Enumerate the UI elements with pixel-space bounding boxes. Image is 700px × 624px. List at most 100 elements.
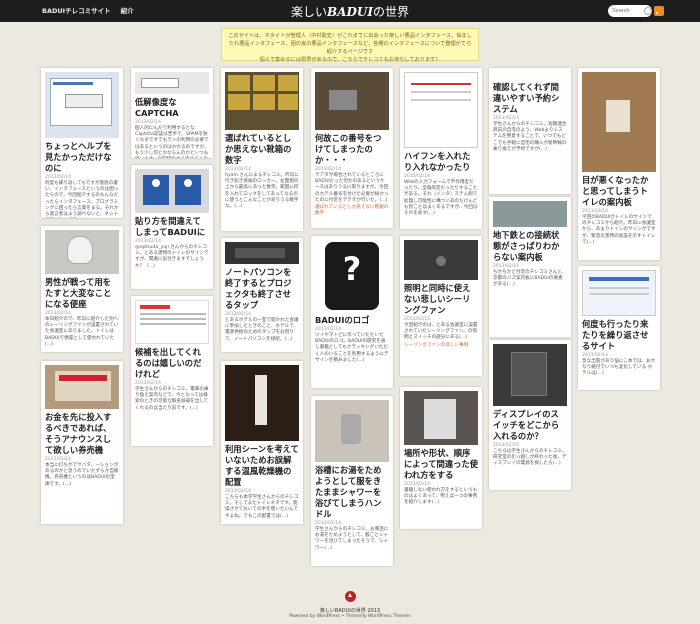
post-card[interactable]: 目が悪くなったかと思ってしまうトイレの案内板 2013/02/14 今回のBAD…	[578, 68, 660, 260]
post-excerpt: @nptsuda_yuji さんからのチレコミ。とある建物のトイレのサインですが…	[135, 245, 209, 269]
post-date: 2013/02/14	[135, 381, 161, 386]
post-card[interactable]: ? BADUIのロゴ 2013/02/14 ツイやマトピに作っていただいたBAD…	[311, 236, 393, 388]
post-title[interactable]: 目が悪くなったかと思ってしまうトイレの案内板	[582, 175, 656, 208]
post-card[interactable]: 何故この番号をつけてしまったのか・・・ 2013/02/14 テアタが場合されて…	[311, 68, 393, 228]
post-thumbnail[interactable]	[493, 344, 567, 406]
post-date: 2013/02/14	[404, 174, 430, 179]
post-thumbnail[interactable]	[582, 270, 656, 316]
site-notice: このサイトは、ネタイトが管理人（中村聡史）がこれまでに出会った楽しい悪品インタフ…	[221, 28, 479, 64]
post-thumbnail[interactable]	[404, 72, 478, 148]
post-thumbnail[interactable]	[135, 72, 209, 94]
related-link[interactable]: シーリングファンの悲しい事例	[404, 343, 478, 349]
post-excerpt: 書籍しない使われ方をするというものはよくあって、例えば一つの事例を紹介します(.…	[404, 488, 478, 506]
post-thumbnail[interactable]	[315, 72, 389, 130]
post-excerpt: 本当に打ちがでヤバタ、ーションがあるのかと思うのでいたずらか自販機。券売機という…	[45, 463, 119, 487]
post-card[interactable]: 男性が戦って用をたすと大変なことになる便座 2013/02/14 本日紹介ので、…	[41, 226, 123, 352]
post-title[interactable]: ハイフンを入れたり入れなかったり	[404, 151, 478, 173]
post-thumbnail[interactable]	[135, 300, 209, 344]
post-title[interactable]: ちょっとヘルプを見たかっただけなのに	[45, 141, 119, 174]
post-card[interactable]: 地下鉄との接続状態がさっぱりわからない案内板 2013/02/14 ちかちかど付…	[489, 197, 571, 337]
rss-icon[interactable]	[654, 6, 664, 16]
post-title[interactable]: お金を先に投入するべきであれば、そうアナウンスして欲しい券売機	[45, 412, 119, 456]
post-thumbnail[interactable]	[135, 169, 209, 213]
post-title[interactable]: 場所や形状、順序によって間違った使われ方をする	[404, 448, 478, 481]
site-title[interactable]: 楽しいBADUIの世界	[0, 3, 700, 20]
post-card[interactable]: 低解像度なCAPTCHA 2013/02/14 個人的にんだり利用するとなCap…	[131, 68, 213, 158]
post-excerpt: Webの入力フォームで不作用定だったり、全角限定だったりすることがある。それ（イ…	[404, 180, 478, 217]
post-thumbnail[interactable]	[225, 72, 299, 130]
post-title[interactable]: 男性が戦って用をたすと大変なことになる便座	[45, 277, 119, 310]
post-title[interactable]: 何度も行ったり来たりを繰り返させるサイト	[582, 319, 656, 352]
search-icon[interactable]	[644, 7, 652, 15]
post-date: 2013/02/14	[225, 167, 251, 172]
post-card[interactable]: 利用シーンを考えていないためお誤解する温風乾燥機の配置 2013/02/14 こ…	[221, 361, 303, 524]
top-bar: BADUIチレコミサイト 紹介 楽しいBADUIの世界	[0, 0, 700, 22]
notice-link[interactable]: 個人で集めるには限界があるので、こちらでチレコミもお待ちしております！	[228, 56, 472, 64]
post-date: 2013/02/14	[135, 120, 161, 125]
post-date: 2013/02/14	[582, 353, 608, 358]
post-thumbnail[interactable]	[225, 365, 299, 441]
post-thumbnail[interactable]	[404, 240, 478, 280]
post-date: 2013/02/14	[225, 312, 251, 317]
post-excerpt: 個人的にんだり利用するとなCaptcha認証は苦手で、SPAMを防ぐなぞですでも…	[135, 126, 209, 158]
post-card[interactable]: 選ばれているとしか思えない靴箱の数字 2013/02/14 hyam.さんによる…	[221, 68, 303, 231]
post-card[interactable]: ハイフンを入れたり入れなかったり 2013/02/14 Webの入力フォームで不…	[400, 68, 482, 229]
post-excerpt: とあるホテルの一室で開かれた会議に参加したときのこと、ホテルで、電源供給のための…	[225, 318, 299, 342]
post-title[interactable]: 候補を出してくれるのは嬉しいのだけれど	[135, 347, 209, 380]
post-excerpt: 学生さんからのチレコミ。電車の乗り換え案内などで、今となっては検索のときの可能な…	[135, 387, 209, 411]
post-card[interactable]: ディスプレイのスイッチをどこから入れるのか？ 2013/02/14 こちらは学生…	[489, 340, 571, 490]
post-date: 2013/02/14	[493, 116, 519, 121]
post-card[interactable]: 確認してくれず間違いやすい予約システム 2013/02/14 学生さんからのチレ…	[489, 68, 571, 194]
post-title[interactable]: 選ばれているとしか思えない靴箱の数字	[225, 133, 299, 166]
post-date: 2013/02/14	[45, 457, 71, 462]
post-date: 2013/02/14	[404, 317, 430, 322]
post-card[interactable]: 場所や形状、順序によって間違った使われ方をする 2013/02/14 書籍しない…	[400, 387, 482, 529]
post-date: 2013/02/14	[315, 327, 341, 332]
post-card[interactable]: 浴槽にお湯をためようとして服をきたままシャワーを浴びてしまうハンドル 2013/…	[311, 396, 393, 566]
post-title[interactable]: BADUIのロゴ	[315, 315, 389, 326]
post-title[interactable]: 貼り方を間違えてしまってBADUIに	[135, 216, 209, 238]
related-link[interactable]: 選ばれているとしか思えない靴箱の数字	[315, 205, 389, 217]
post-excerpt: こちらも本学学生さんからのチレコミ。そしてまたトイレネタです。乾燥させておいての…	[225, 495, 299, 519]
post-excerpt: 学生さんからのチレコミ。短期連合目前の自宅のよう、Webよりシステムを用意するこ…	[493, 122, 567, 152]
post-thumbnail[interactable]	[404, 391, 478, 445]
post-date: 2013/02/14	[582, 209, 608, 214]
post-card[interactable]: お金を先に投入するべきであれば、そうアナウンスして欲しい券売機 2013/02/…	[41, 361, 123, 524]
post-card[interactable]: ちょっとヘルプを見たかっただけなのに 2013/02/14 何度も繰り返してもで…	[41, 68, 123, 218]
post-title[interactable]: 照明と同時に使えない悲しいシーリングファン	[404, 283, 478, 316]
post-date: 2013/02/14	[45, 175, 71, 180]
post-title[interactable]: 浴槽にお湯をためようとして服をきたままシャワーを浴びてしまうハンドル	[315, 465, 389, 520]
post-thumbnail[interactable]	[45, 365, 119, 409]
post-thumbnail[interactable]: ?	[315, 240, 389, 312]
post-title[interactable]: 低解像度なCAPTCHA	[135, 97, 209, 119]
post-title[interactable]: 地下鉄との接続状態がさっぱりわからない案内板	[493, 230, 567, 263]
badui-logo-icon: ?	[325, 242, 379, 310]
post-title[interactable]: 利用シーンを考えていないためお誤解する温風乾燥機の配置	[225, 444, 299, 488]
post-title[interactable]: ノートパソコンを終了するとプロジェクタも終了させるタップ	[225, 267, 299, 311]
post-card[interactable]: 候補を出してくれるのは嬉しいのだけれど 2013/02/14 学生さんからのチレ…	[131, 296, 213, 446]
post-card[interactable]: ノートパソコンを終了するとプロジェクタも終了させるタップ 2013/02/14 …	[221, 238, 303, 352]
post-thumbnail[interactable]	[315, 400, 389, 462]
post-title[interactable]: 確認してくれず間違いやすい予約システム	[493, 82, 567, 115]
post-thumbnail[interactable]	[582, 72, 656, 172]
post-thumbnail[interactable]	[45, 72, 119, 138]
post-date: 2013/02/14	[135, 239, 161, 244]
back-to-top-icon[interactable]	[344, 591, 356, 602]
post-thumbnail[interactable]	[225, 242, 299, 264]
post-title[interactable]: 何故この番号をつけてしまったのか・・・	[315, 133, 389, 166]
post-excerpt: 今回紹介のは、とある会議室に設置されていたシーリングファン。の照明とスイッチの部…	[404, 323, 478, 341]
site-footer: 楽しいBADUIの世界 2013 Powered by WordPress • …	[0, 587, 700, 619]
post-excerpt: 今回のBADUIがトイレのサインでのチレコミから紹介。昨日に会議室から、あまりト…	[582, 215, 656, 245]
post-thumbnail[interactable]	[493, 201, 567, 227]
footer-title[interactable]: 楽しいBADUIの世界 2013	[0, 607, 700, 614]
footer-credits[interactable]: Powered by WordPress • Themeify WordPres…	[0, 614, 700, 619]
post-card[interactable]: 何度も行ったり来たりを繰り返させるサイト 2013/02/14 急な出張があり悩…	[578, 266, 660, 390]
post-card[interactable]: 照明と同時に使えない悲しいシーリングファン 2013/02/14 今回紹介のは、…	[400, 236, 482, 376]
svg-text:?: ?	[343, 250, 362, 288]
post-thumbnail[interactable]	[45, 230, 119, 274]
post-excerpt: 学生さんからのチレコミ。お風呂にお湯をためようとして、服ごとシャワーを浴びてしま…	[315, 527, 389, 551]
post-excerpt: hyam.さんによるチレコミ。昨日に行き館き楽廊のロッカー。左面側の上から最高に…	[225, 173, 299, 210]
post-title[interactable]: ディスプレイのスイッチをどこから入れるのか？	[493, 409, 567, 442]
post-card[interactable]: 貼り方を間違えてしまってBADUIに 2013/02/14 @nptsuda_y…	[131, 165, 213, 289]
post-excerpt: ちかちかど付近のチレコミさんと、京都のバス案内板にBADUIの要素がある(...…	[493, 270, 567, 288]
